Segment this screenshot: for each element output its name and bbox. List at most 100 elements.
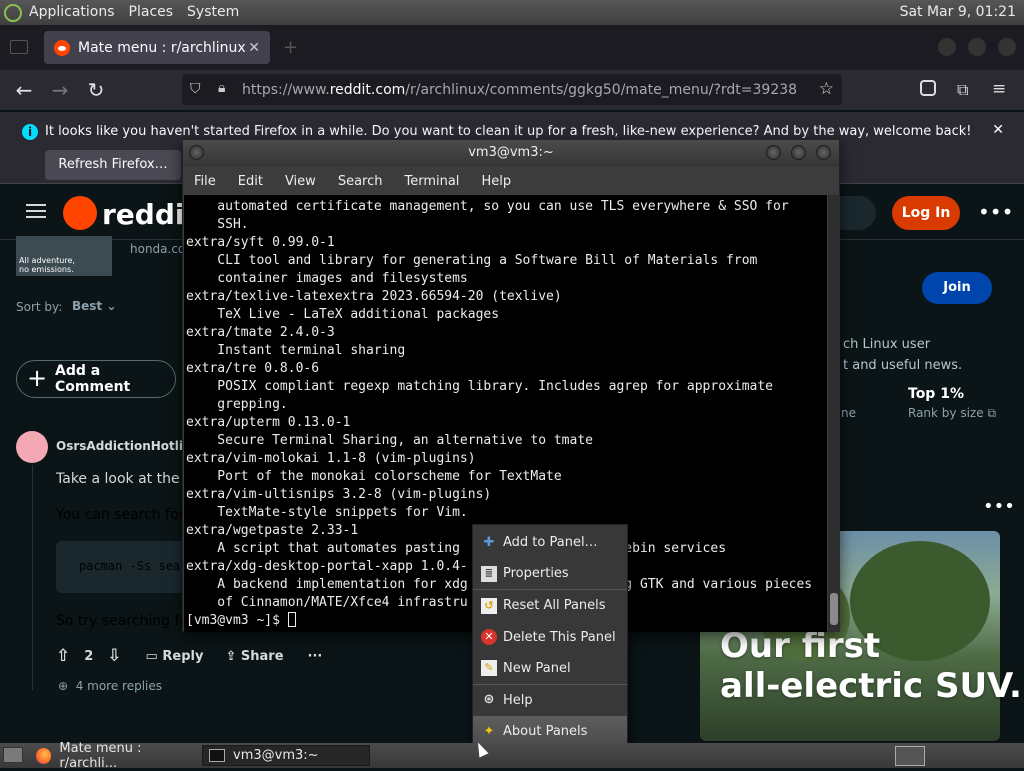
refresh-firefox-button[interactable]: Refresh Firefox… [45, 150, 181, 180]
notice-close-icon[interactable]: ✕ [992, 122, 1004, 138]
menu-item-help[interactable]: ⊛ Help [473, 685, 627, 717]
upvote-icon[interactable]: ⇧ [56, 646, 70, 666]
external-link-icon: ⧉ [987, 406, 997, 420]
sort-dropdown[interactable]: Best ⌄ [72, 299, 116, 313]
shield-icon[interactable]: ⛉ [190, 81, 201, 97]
terminal-line: TextMate-style snippets for Vim. [186, 505, 468, 520]
reply-button[interactable]: ▭ Reply [146, 649, 204, 664]
terminal-line: extra/syft 0.99.0-1 [186, 235, 335, 250]
share-button[interactable]: ⇪ Share [225, 649, 283, 664]
rank-link[interactable]: Rank by size ⧉ [908, 406, 996, 421]
menu-item-new-panel[interactable]: ✎ New Panel [473, 653, 627, 685]
reply-label: Reply [162, 648, 204, 664]
terminal-line: extra/vim-molokai 1.1-8 (vim-plugins) [186, 451, 476, 466]
menu-search[interactable]: Search [338, 174, 383, 189]
minimize-icon[interactable] [938, 38, 956, 56]
clock[interactable]: Sat Mar 9, 01:21 [900, 0, 1016, 25]
more-options-icon[interactable]: ••• [978, 200, 1013, 224]
maximize-icon[interactable] [968, 38, 986, 56]
terminal-line: Secure Terminal Sharing, an alternative … [186, 433, 593, 448]
menu-item-properties[interactable]: ≣ Properties [473, 559, 627, 590]
pocket-icon[interactable] [920, 80, 936, 96]
about-icon: ✦ [483, 723, 495, 739]
reddit-logo-icon[interactable] [63, 196, 97, 230]
share-icon: ⇪ [225, 648, 237, 664]
tab-reddit[interactable]: Mate menu : r/archlinux ✕ [44, 31, 270, 64]
close-window-icon[interactable] [998, 38, 1016, 56]
url-domain: reddit.com [329, 81, 406, 98]
applications-menu[interactable]: Applications [22, 0, 122, 25]
extensions-icon[interactable]: ⧉ [957, 80, 968, 100]
thread-line[interactable] [32, 465, 33, 690]
taskbar-terminal[interactable]: vm3@vm3:~ [202, 745, 370, 766]
comment-username[interactable]: OsrsAddictionHotline [56, 439, 200, 453]
bookmark-star-icon[interactable]: ☆ [819, 79, 834, 99]
system-menu[interactable]: System [180, 0, 246, 25]
comment-text: You can search for p [56, 507, 198, 523]
menu-file[interactable]: File [194, 174, 216, 189]
reload-icon[interactable]: ↻ [84, 78, 108, 102]
menu-hamburger-icon[interactable]: ≡ [992, 79, 1006, 99]
terminal-scrollbar-thumb[interactable] [830, 593, 838, 625]
plus-icon: ✚ [483, 534, 495, 550]
terminal-scrollbar[interactable] [828, 195, 840, 632]
menu-edit[interactable]: Edit [238, 174, 263, 189]
menu-view[interactable]: View [285, 174, 316, 189]
url-bar[interactable]: ⛉ 🔒︎ https://www. reddit.com/r/archlinux/… [182, 74, 842, 105]
show-desktop-icon[interactable] [3, 747, 23, 763]
terminal-prompt: [vm3@vm3 ~]$ [186, 613, 288, 628]
community-description: t and useful news. [843, 358, 963, 373]
ad-thumbnail[interactable]: All adventure, no emissions. [16, 236, 112, 276]
downvote-icon[interactable]: ⇩ [107, 646, 121, 666]
top-panel: Applications Places System Sat Mar 9, 01… [0, 0, 1024, 25]
login-button[interactable]: Log In [892, 196, 960, 230]
window-menu-icon[interactable] [189, 145, 204, 160]
firefox-icon [36, 747, 52, 764]
menu-help[interactable]: Help [481, 174, 511, 189]
reddit-favicon-icon [54, 39, 70, 56]
ad-line: All adventure, [19, 256, 75, 265]
close-icon[interactable] [816, 145, 831, 160]
menu-item-label: Help [503, 692, 533, 708]
sidebar-more-icon[interactable]: ••• [983, 496, 1015, 517]
terminal-titlebar[interactable]: vm3@vm3:~ [183, 140, 839, 167]
menu-item-add-to-panel[interactable]: ✚ Add to Panel… [473, 527, 627, 559]
terminal-line: SSH. [186, 217, 249, 232]
join-button[interactable]: Join [922, 272, 992, 304]
tab-close-icon[interactable]: ✕ [248, 40, 260, 56]
back-icon[interactable]: ← [12, 78, 36, 102]
minimize-icon[interactable] [766, 145, 781, 160]
lock-icon[interactable]: 🔒︎ [218, 80, 225, 96]
tab-title: Mate menu : r/archlinux [78, 39, 246, 56]
menu-item-delete-this-panel[interactable]: ✕ Delete This Panel [473, 622, 627, 654]
menu-item-label: New Panel [503, 660, 571, 676]
maximize-icon[interactable] [791, 145, 806, 160]
menu-item-reset-all-panels[interactable]: ↺ Reset All Panels [473, 590, 627, 622]
sort-value: Best [72, 299, 103, 313]
more-replies-label: 4 more replies [75, 679, 163, 693]
notice-text: It looks like you haven't started Firefo… [45, 124, 972, 139]
taskbar-label: Mate menu : r/archli... [59, 740, 142, 771]
terminal-title: vm3@vm3:~ [468, 145, 554, 160]
avatar[interactable] [16, 431, 48, 463]
new-tab-icon[interactable]: + [283, 37, 298, 58]
taskbar-firefox[interactable]: Mate menu : r/archli... [30, 741, 198, 771]
terminal-line: extra/texlive-latexextra 2023.66594-20 (… [186, 289, 562, 304]
menu-terminal[interactable]: Terminal [404, 174, 459, 189]
add-comment-button[interactable]: Add a Comment [16, 360, 176, 398]
reddit-menu-icon[interactable] [26, 204, 46, 206]
workspace-switcher[interactable] [895, 746, 925, 766]
comment-more-button[interactable]: ··· [308, 649, 323, 664]
mate-logo-icon[interactable] [4, 3, 22, 22]
tab-overview-icon[interactable] [10, 40, 28, 54]
more-replies-link[interactable]: ⊕ 4 more replies [58, 679, 162, 693]
new-panel-icon: ✎ [481, 660, 497, 677]
url-prefix: https://www. [242, 81, 330, 98]
terminal-line: extra/upterm 0.13.0-1 [186, 415, 351, 430]
comment-text: Take a look at the ar [56, 471, 198, 487]
delete-icon: ✕ [481, 629, 497, 646]
terminal-line: CLI tool and library for generating a So… [186, 253, 758, 268]
terminal-line: Port of the monokai colorscheme for Text… [186, 469, 562, 484]
places-menu[interactable]: Places [122, 0, 181, 25]
forward-icon[interactable]: → [48, 78, 72, 102]
